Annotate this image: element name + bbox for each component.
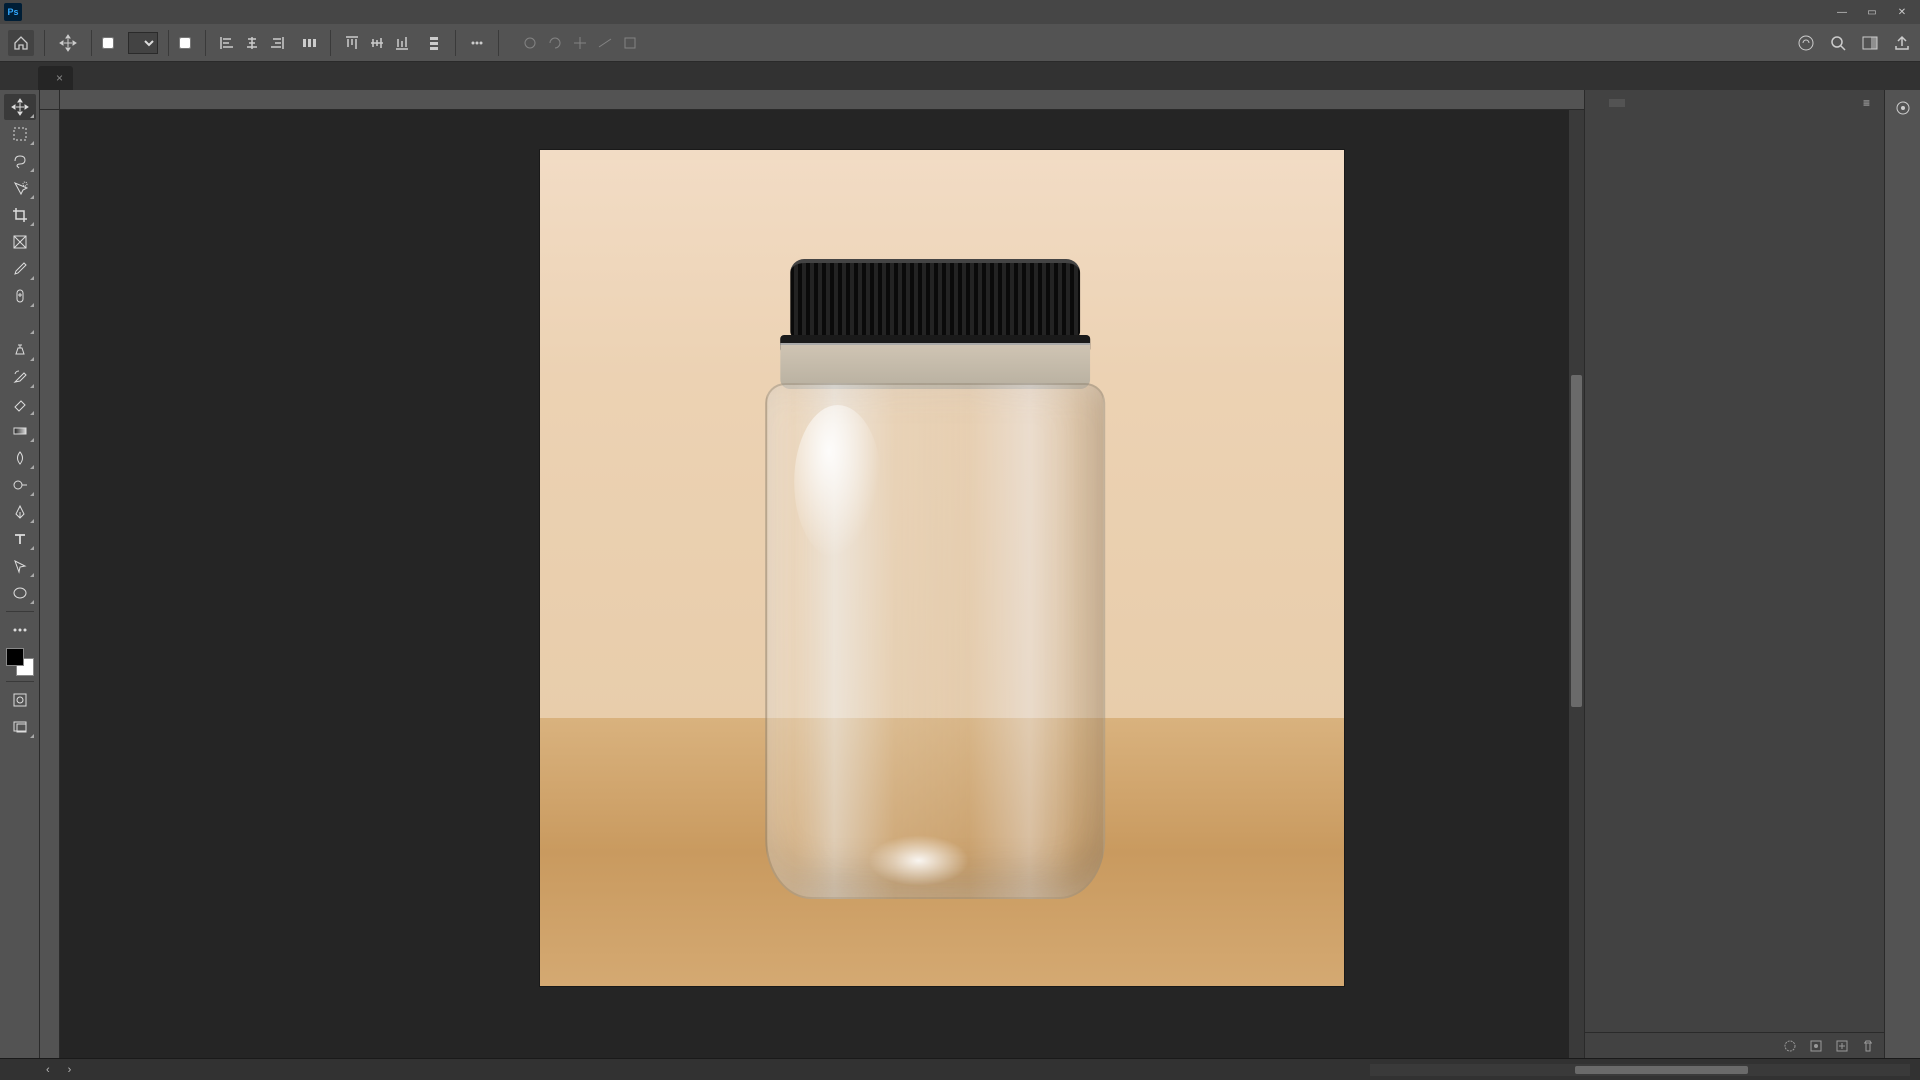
close-button[interactable]: ✕ bbox=[1888, 3, 1916, 21]
status-arrow-left[interactable]: ‹ bbox=[46, 1064, 50, 1076]
history-brush-tool[interactable] bbox=[4, 364, 36, 390]
status-bar: ‹ › bbox=[0, 1058, 1920, 1080]
document-tab[interactable]: × bbox=[38, 66, 73, 90]
clone-stamp-tool[interactable] bbox=[4, 337, 36, 363]
move-tool[interactable] bbox=[4, 94, 36, 120]
mode-3d-icons bbox=[519, 32, 641, 54]
gradient-tool[interactable] bbox=[4, 418, 36, 444]
vertical-scrollbar[interactable] bbox=[1569, 110, 1584, 1058]
workspace-icon[interactable] bbox=[1860, 33, 1880, 53]
canvas-area bbox=[40, 90, 1584, 1058]
horizontal-ruler[interactable] bbox=[60, 90, 1584, 110]
close-tab-icon[interactable]: × bbox=[56, 71, 63, 85]
status-arrow-right[interactable]: › bbox=[68, 1064, 72, 1076]
type-tool[interactable] bbox=[4, 526, 36, 552]
align-vertical-group bbox=[341, 32, 413, 54]
distribute-h-icon[interactable] bbox=[298, 32, 320, 54]
more-tools-icon[interactable] bbox=[4, 617, 36, 643]
home-button[interactable] bbox=[8, 30, 34, 56]
ruler-corner bbox=[40, 90, 60, 110]
app-icon: Ps bbox=[4, 3, 22, 21]
window-controls: — ▭ ✕ bbox=[1828, 3, 1916, 21]
align-center-v-icon[interactable] bbox=[366, 32, 388, 54]
slide-3d-icon bbox=[594, 32, 616, 54]
auto-select-target-dropdown[interactable] bbox=[128, 32, 158, 54]
eyedropper-tool[interactable] bbox=[4, 256, 36, 282]
panel-menu-icon[interactable]: ≡ bbox=[1855, 92, 1878, 114]
search-icon[interactable] bbox=[1828, 33, 1848, 53]
path-select-tool[interactable] bbox=[4, 553, 36, 579]
viewport[interactable] bbox=[60, 110, 1584, 1058]
blur-tool[interactable] bbox=[4, 445, 36, 471]
frame-tool[interactable] bbox=[4, 229, 36, 255]
minimize-button[interactable]: — bbox=[1828, 3, 1856, 21]
tools-panel bbox=[0, 90, 40, 1058]
options-bar bbox=[0, 24, 1920, 62]
tab-layers[interactable] bbox=[1591, 99, 1607, 107]
channel-panel-footer bbox=[1585, 1032, 1884, 1058]
marquee-tool[interactable] bbox=[4, 121, 36, 147]
pen-tool[interactable] bbox=[4, 499, 36, 525]
tab-3d[interactable] bbox=[1645, 99, 1661, 107]
tab-paths[interactable] bbox=[1627, 99, 1643, 107]
document-tab-bar: × bbox=[0, 62, 1920, 90]
dodge-tool[interactable] bbox=[4, 472, 36, 498]
lasso-tool[interactable] bbox=[4, 148, 36, 174]
crop-tool[interactable] bbox=[4, 202, 36, 228]
vertical-ruler[interactable] bbox=[40, 110, 60, 1058]
save-selection-icon[interactable] bbox=[1808, 1038, 1824, 1054]
jar-body bbox=[765, 383, 1105, 899]
brush-tool[interactable] bbox=[4, 310, 36, 336]
right-panel: ≡ bbox=[1584, 90, 1884, 1058]
title-bar: Ps — ▭ ✕ bbox=[0, 0, 1920, 24]
healing-brush-tool[interactable] bbox=[4, 283, 36, 309]
eraser-tool[interactable] bbox=[4, 391, 36, 417]
quick-mask-tool[interactable] bbox=[4, 687, 36, 713]
canvas-image[interactable] bbox=[540, 150, 1344, 986]
align-right-icon[interactable] bbox=[266, 32, 288, 54]
roll-3d-icon bbox=[544, 32, 566, 54]
load-selection-icon[interactable] bbox=[1782, 1038, 1798, 1054]
align-bottom-icon[interactable] bbox=[391, 32, 413, 54]
align-center-h-icon[interactable] bbox=[241, 32, 263, 54]
tab-channels[interactable] bbox=[1609, 99, 1625, 107]
horizontal-scrollbar[interactable] bbox=[1370, 1064, 1910, 1076]
share-icon[interactable] bbox=[1892, 33, 1912, 53]
panel-tab-bar: ≡ bbox=[1585, 90, 1884, 116]
shape-tool[interactable] bbox=[4, 580, 36, 606]
options-bar-right-icons bbox=[1796, 33, 1912, 53]
delete-channel-icon[interactable] bbox=[1860, 1038, 1876, 1054]
quick-select-tool[interactable] bbox=[4, 175, 36, 201]
color-swatch[interactable] bbox=[6, 648, 34, 676]
maximize-button[interactable]: ▭ bbox=[1858, 3, 1886, 21]
transform-controls-checkbox[interactable] bbox=[179, 37, 195, 49]
jar-lid bbox=[790, 259, 1080, 339]
screen-mode-tool[interactable] bbox=[4, 714, 36, 740]
more-align-icon[interactable] bbox=[466, 32, 488, 54]
cloud-sync-icon[interactable] bbox=[1796, 33, 1816, 53]
align-left-icon[interactable] bbox=[216, 32, 238, 54]
align-horizontal-group bbox=[216, 32, 288, 54]
foreground-color[interactable] bbox=[6, 648, 24, 666]
new-channel-icon[interactable] bbox=[1834, 1038, 1850, 1054]
distribute-v-icon[interactable] bbox=[423, 32, 445, 54]
properties-panel-icon[interactable] bbox=[1891, 96, 1915, 120]
orbit-3d-icon bbox=[519, 32, 541, 54]
move-tool-indicator-icon bbox=[55, 30, 81, 56]
pan-3d-icon bbox=[569, 32, 591, 54]
scale-3d-icon bbox=[619, 32, 641, 54]
auto-select-checkbox[interactable] bbox=[102, 37, 118, 49]
align-top-icon[interactable] bbox=[341, 32, 363, 54]
collapsed-panels-strip bbox=[1884, 90, 1920, 1058]
